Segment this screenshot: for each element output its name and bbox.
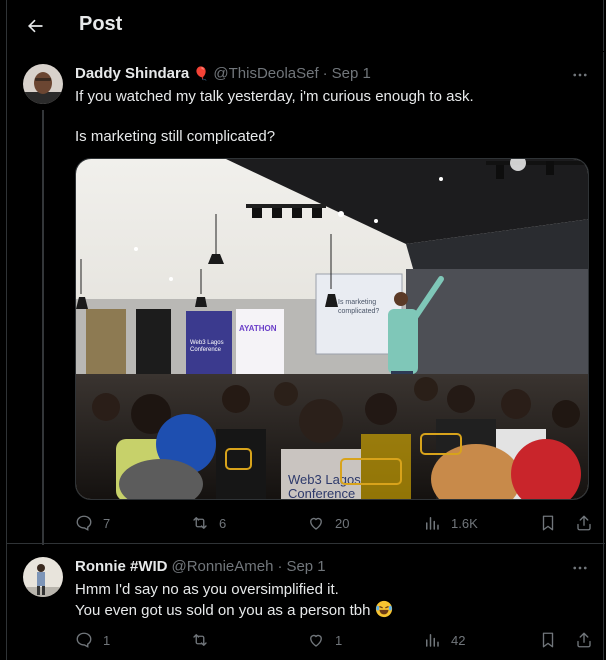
avatar[interactable]	[23, 64, 63, 104]
separator: ·	[322, 65, 328, 82]
like-count: 1	[335, 632, 343, 648]
views-button[interactable]: 42	[423, 631, 465, 649]
reply-button[interactable]: 7	[75, 514, 110, 532]
tweet-meta: Ronnie #WID @RonnieAmeh · Sep 1	[75, 558, 326, 575]
bookmark-button[interactable]	[539, 631, 557, 649]
timestamp[interactable]: Sep 1	[286, 558, 325, 575]
share-button[interactable]	[575, 514, 593, 532]
repost-count: 6	[219, 515, 227, 531]
display-name[interactable]: Ronnie #WID	[75, 558, 168, 575]
tweet-text: If you watched my talk yesterday, i'm cu…	[75, 88, 474, 145]
share-icon	[577, 515, 591, 531]
tweet-meta: Daddy Shindara 🎈 @ThisDeolaSef · Sep 1	[75, 65, 371, 82]
bookmark-icon	[542, 632, 554, 648]
laughing-tears-emoji-icon	[375, 600, 392, 618]
views-button[interactable]: 1.6K	[423, 514, 478, 532]
share-icon	[577, 632, 591, 648]
thread-line	[42, 110, 44, 545]
avatar-image	[23, 64, 63, 104]
tweet-actions: 7 6 20 1.6K	[75, 514, 597, 536]
repost-icon	[193, 634, 207, 646]
arrow-left-icon	[28, 19, 43, 33]
banner-brand: AYATHON	[239, 324, 277, 333]
handle[interactable]: @RonnieAmeh	[172, 558, 274, 575]
bookmark-button[interactable]	[539, 514, 557, 532]
like-button[interactable]: 1	[307, 631, 342, 649]
tweet-text: Hmm I'd say no as you oversimplified it.…	[75, 580, 585, 621]
banner-title: Web3 Lagos Conference	[190, 340, 224, 353]
reply-count: 1	[103, 632, 111, 648]
reply-button[interactable]: 1	[75, 631, 110, 649]
page-title: Post	[79, 13, 123, 35]
shirt-text: Web3 Lagos Conference	[288, 472, 361, 500]
views-count: 42	[451, 632, 466, 648]
reply-icon	[76, 515, 92, 531]
reply-count: 7	[103, 515, 111, 531]
like-count: 20	[335, 515, 350, 531]
avatar-image	[23, 557, 63, 597]
avatar[interactable]	[23, 557, 63, 597]
more-options-button[interactable]	[569, 557, 591, 579]
display-name[interactable]: Daddy Shindara	[75, 65, 189, 82]
share-button[interactable]	[575, 631, 593, 649]
reply-icon	[76, 632, 92, 648]
views-count: 1.6K	[451, 515, 478, 531]
repost-button[interactable]	[191, 631, 219, 649]
tweet-reply[interactable]: Ronnie #WID @RonnieAmeh · Sep 1 Hmm I'd …	[7, 545, 605, 660]
timestamp[interactable]: Sep 1	[332, 65, 371, 82]
post-page: Post Daddy Shindara 🎈 @ThisDeolaSef · Se…	[6, 0, 605, 660]
header: Post	[7, 0, 605, 52]
bookmark-icon	[542, 515, 554, 531]
separator: ·	[277, 558, 283, 575]
back-button[interactable]	[21, 12, 49, 40]
conference-photo: Web3 Lagos Conference AYATHON Is marketin…	[76, 159, 588, 500]
more-dots-icon	[573, 566, 587, 570]
handle[interactable]: @ThisDeolaSef	[213, 65, 318, 82]
repost-button[interactable]: 6	[191, 514, 226, 532]
balloon-badge-icon: 🎈	[193, 65, 210, 81]
views-icon	[426, 634, 439, 647]
like-button[interactable]: 20	[307, 514, 349, 532]
tweet-text-body: Hmm I'd say no as you oversimplified it.…	[75, 581, 371, 619]
tweet-photo[interactable]: Web3 Lagos Conference AYATHON Is marketin…	[75, 158, 589, 500]
tweet-main[interactable]: Daddy Shindara 🎈 @ThisDeolaSef · Sep 1 I…	[7, 52, 605, 545]
heart-icon	[310, 634, 322, 647]
more-dots-icon	[573, 73, 587, 77]
heart-icon	[310, 517, 322, 530]
repost-icon	[193, 517, 207, 529]
tweet-actions: 1 1 42	[75, 631, 597, 653]
views-icon	[426, 517, 439, 530]
more-options-button[interactable]	[569, 64, 591, 86]
